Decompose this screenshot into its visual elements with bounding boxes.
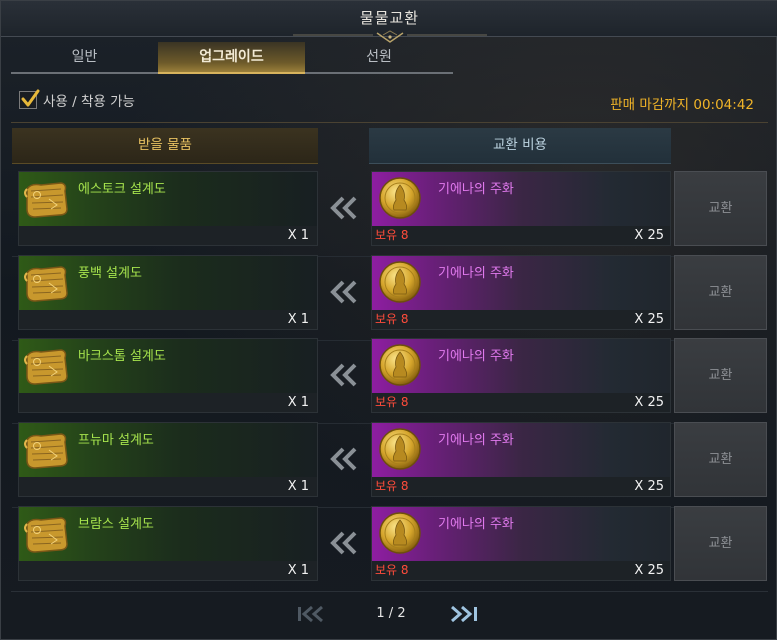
gold-coin-icon [379, 344, 421, 386]
cost-quantity: X 25 [634, 395, 664, 410]
exchange-row: 브람스 설계도 X 1 기에나의 주화 보유 8 X 25 교환 [12, 506, 767, 592]
cost-quantity: X 25 [634, 479, 664, 494]
exchange-button[interactable]: 교환 [674, 506, 767, 581]
cost-slot[interactable]: 기에나의 주화 보유 8 X 25 [371, 422, 671, 497]
cost-quantity: X 25 [634, 563, 664, 578]
usable-filter[interactable]: 사용 / 착용 가능 [19, 89, 135, 110]
reward-slot[interactable]: 에스토크 설계도 X 1 [18, 171, 318, 246]
gold-coin-icon [379, 512, 421, 554]
double-chevron-left-icon [330, 196, 357, 220]
exchange-button[interactable]: 교환 [674, 171, 767, 246]
exchange-row: 풍백 설계도 X 1 기에나의 주화 보유 8 X 25 교환 [12, 255, 767, 341]
cost-currency-name: 기에나의 주화 [438, 182, 514, 197]
pagination: 1 / 2 [1, 599, 777, 629]
reward-quantity: X 1 [287, 563, 309, 578]
owned-count: 보유 8 [375, 479, 409, 493]
blueprint-scroll-icon [24, 517, 68, 553]
barter-window: 물물교환 일반 업그레이드 선원 사용 / 착용 가능 판매 마감까지 00:0… [0, 0, 777, 640]
cost-currency-name: 기에나의 주화 [438, 517, 514, 532]
first-page-icon[interactable] [296, 605, 326, 623]
cost-slot[interactable]: 기에나의 주화 보유 8 X 25 [371, 338, 671, 413]
gold-coin-icon [379, 261, 421, 303]
owned-count: 보유 8 [375, 312, 409, 326]
reward-quantity: X 1 [287, 395, 309, 410]
double-chevron-left-icon [330, 280, 357, 304]
reward-item-name: 에스토크 설계도 [78, 182, 166, 197]
cost-currency-name: 기에나의 주화 [438, 433, 514, 448]
double-chevron-left-icon [330, 363, 357, 387]
checkmark-icon [21, 89, 40, 107]
double-chevron-left-icon [330, 531, 357, 555]
reward-quantity: X 1 [287, 228, 309, 243]
reward-slot[interactable]: 풍백 설계도 X 1 [18, 255, 318, 330]
exchange-row: 바크스톰 설계도 X 1 기에나의 주화 보유 8 X 25 교환 [12, 338, 767, 424]
next-page-icon[interactable] [449, 605, 483, 623]
reward-item-name: 풍백 설계도 [78, 266, 142, 281]
blueprint-scroll-icon [24, 349, 68, 385]
title-bar: 물물교환 [1, 1, 777, 43]
reward-item-name: 브람스 설계도 [78, 517, 154, 532]
page-indicator: 1 / 2 [376, 606, 406, 621]
owned-count: 보유 8 [375, 395, 409, 409]
owned-count: 보유 8 [375, 228, 409, 242]
blueprint-scroll-icon [24, 182, 68, 218]
cost-currency-name: 기에나의 주화 [438, 349, 514, 364]
cost-currency-name: 기에나의 주화 [438, 266, 514, 281]
divider [11, 591, 768, 592]
reward-slot[interactable]: 바크스톰 설계도 X 1 [18, 338, 318, 413]
reward-quantity: X 1 [287, 312, 309, 327]
cost-quantity: X 25 [634, 312, 664, 327]
cost-quantity: X 25 [634, 228, 664, 243]
sale-deadline-timer: 판매 마감까지 00:04:42 [610, 97, 754, 113]
exchange-row: 에스토크 설계도 X 1 기에나의 주화 보유 8 X 25 교환 [12, 171, 767, 257]
blueprint-scroll-icon [24, 433, 68, 469]
owned-count: 보유 8 [375, 563, 409, 577]
reward-item-name: 프뉴마 설계도 [78, 433, 154, 448]
usable-filter-label: 사용 / 착용 가능 [43, 94, 135, 110]
tab-crew[interactable]: 선원 [305, 42, 453, 74]
usable-checkbox[interactable] [19, 89, 40, 109]
exchange-button[interactable]: 교환 [674, 338, 767, 413]
exchange-row: 프뉴마 설계도 X 1 기에나의 주화 보유 8 X 25 교환 [12, 422, 767, 508]
gold-coin-icon [379, 177, 421, 219]
column-header-cost: 교환 비용 [369, 128, 671, 164]
blueprint-scroll-icon [24, 266, 68, 302]
exchange-button[interactable]: 교환 [674, 422, 767, 497]
reward-item-name: 바크스톰 설계도 [78, 349, 166, 364]
double-chevron-left-icon [330, 447, 357, 471]
cost-slot[interactable]: 기에나의 주화 보유 8 X 25 [371, 506, 671, 581]
gold-coin-icon [379, 428, 421, 470]
divider [11, 122, 768, 123]
cost-slot[interactable]: 기에나의 주화 보유 8 X 25 [371, 171, 671, 246]
tab-general[interactable]: 일반 [11, 42, 158, 74]
cost-slot[interactable]: 기에나의 주화 보유 8 X 25 [371, 255, 671, 330]
exchange-button[interactable]: 교환 [674, 255, 767, 330]
reward-slot[interactable]: 프뉴마 설계도 X 1 [18, 422, 318, 497]
tab-bar: 일반 업그레이드 선원 [11, 42, 453, 74]
reward-quantity: X 1 [287, 479, 309, 494]
reward-slot[interactable]: 브람스 설계도 X 1 [18, 506, 318, 581]
column-header-receive: 받을 물품 [12, 128, 318, 164]
tab-upgrade[interactable]: 업그레이드 [158, 42, 305, 74]
